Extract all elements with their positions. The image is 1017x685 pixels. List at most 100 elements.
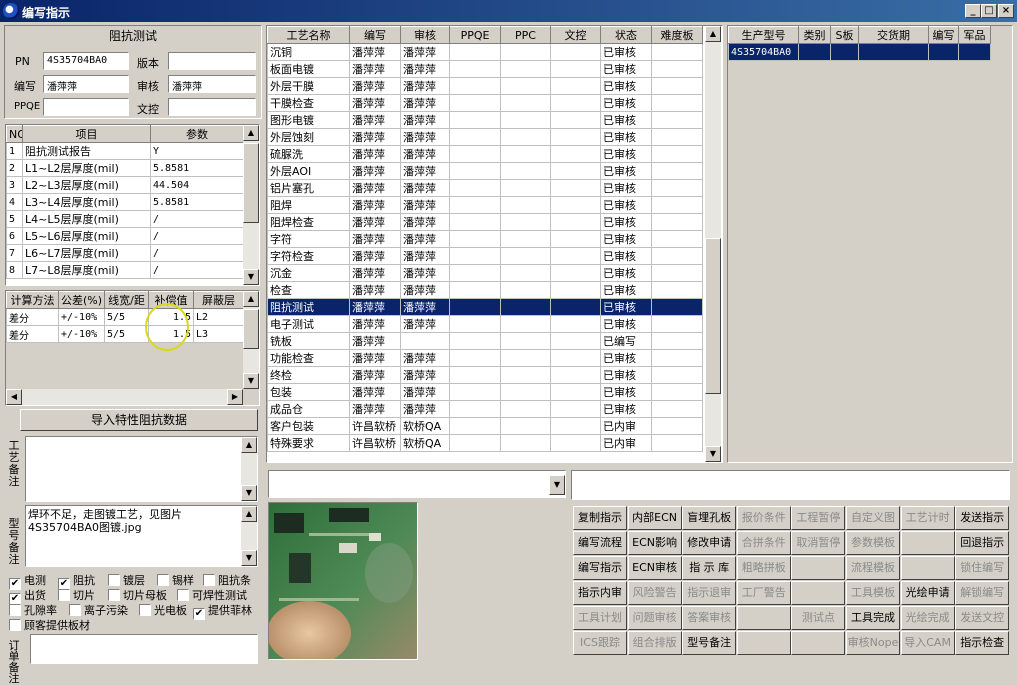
action-button[interactable]: 工具计划 (573, 606, 627, 630)
table-row[interactable]: 功能检查 潘萍萍 潘萍萍 已审核 (267, 349, 703, 367)
table-cell[interactable] (500, 366, 551, 384)
table-cell[interactable]: 潘萍萍 (349, 264, 401, 282)
action-button[interactable] (791, 556, 846, 580)
table-cell[interactable]: 客户包装 (267, 417, 350, 435)
table-cell[interactable]: / (150, 210, 244, 228)
action-button[interactable] (791, 631, 846, 655)
process-col-header[interactable]: 状态 (600, 26, 652, 44)
table-cell[interactable]: 3 (6, 176, 23, 194)
action-button[interactable]: 盲埋孔板 (682, 506, 737, 530)
calc-hscrollbar[interactable]: ◀ ▶ (6, 389, 243, 405)
table-row[interactable]: 电子测试 潘萍萍 潘萍萍 已审核 (267, 315, 703, 333)
process-col-header[interactable]: 难度板 (651, 26, 703, 44)
table-cell[interactable]: 潘萍萍 (349, 383, 401, 401)
process-col-header[interactable]: 工艺名称 (267, 26, 350, 44)
table-cell[interactable] (500, 264, 551, 282)
table-cell[interactable] (500, 60, 551, 78)
checkbox-box[interactable] (9, 619, 21, 631)
table-row[interactable]: 7 L6~L7层厚度(mil) / (6, 244, 244, 262)
table-cell[interactable] (651, 196, 703, 214)
table-cell[interactable]: 已审核 (600, 349, 652, 367)
table-cell[interactable] (449, 417, 501, 435)
table-cell[interactable]: 阻抗测试 (267, 298, 350, 316)
checkbox-box[interactable] (108, 589, 120, 601)
action-button[interactable]: ECN审核 (627, 556, 682, 580)
table-cell[interactable]: 硫脲洗 (267, 145, 350, 163)
model-col-header[interactable]: 编写 (928, 26, 959, 44)
model-col-header[interactable]: S板 (830, 26, 859, 44)
scroll-down-icon[interactable]: ▼ (241, 485, 257, 501)
table-cell[interactable]: 7 (6, 244, 23, 262)
model-col-header[interactable]: 类别 (798, 26, 831, 44)
table-cell[interactable] (550, 400, 601, 418)
table-cell[interactable] (500, 77, 551, 95)
table-cell[interactable]: 检查 (267, 281, 350, 299)
table-cell[interactable] (500, 196, 551, 214)
table-cell[interactable]: 潘萍萍 (349, 111, 401, 129)
table-row[interactable]: 铝片塞孔 潘萍萍 潘萍萍 已审核 (267, 179, 703, 197)
table-cell[interactable]: 包装 (267, 383, 350, 401)
action-button[interactable]: 光绘申请 (900, 581, 955, 605)
checkbox[interactable]: 顾客提供板材 (9, 617, 90, 633)
table-row[interactable]: 4S35704BA0 (728, 43, 991, 61)
table-cell[interactable] (550, 77, 601, 95)
checkbox-box[interactable] (177, 589, 189, 601)
table-cell[interactable] (449, 213, 501, 231)
action-button[interactable]: 流程模板 (846, 556, 900, 580)
table-cell[interactable]: 潘萍萍 (400, 281, 450, 299)
scroll-up-icon[interactable]: ▲ (705, 26, 721, 42)
action-button[interactable]: 参数模板 (846, 531, 900, 555)
table-cell[interactable]: L5~L6层厚度(mil) (22, 227, 151, 245)
table-cell[interactable]: 潘萍萍 (349, 43, 401, 61)
scroll-right-icon[interactable]: ▶ (227, 389, 243, 405)
table-cell[interactable] (500, 349, 551, 367)
table-cell[interactable]: 潘萍萍 (400, 145, 450, 163)
process-col-header[interactable]: PPC (500, 26, 551, 44)
table-cell[interactable] (449, 264, 501, 282)
scroll-up-icon[interactable]: ▲ (243, 125, 259, 141)
table-cell[interactable]: 已审核 (600, 400, 652, 418)
table-cell[interactable] (830, 43, 859, 61)
table-row[interactable]: 5 L4~L5层厚度(mil) / (6, 210, 244, 228)
table-cell[interactable]: Y (150, 142, 244, 160)
table-cell[interactable]: 许昌软桥 (349, 417, 401, 435)
minimize-button[interactable]: _ (965, 4, 981, 18)
table-row[interactable]: 字符 潘萍萍 潘萍萍 已审核 (267, 230, 703, 248)
action-button[interactable]: 风险警告 (627, 581, 682, 605)
table-cell[interactable]: 已审核 (600, 77, 652, 95)
table-cell[interactable]: 4S35704BA0 (728, 43, 799, 61)
table-cell[interactable]: 1 (6, 142, 23, 160)
scroll-thumb[interactable] (705, 238, 721, 394)
process-col-header[interactable]: PPQE (449, 26, 501, 44)
table-cell[interactable] (449, 349, 501, 367)
table-row[interactable]: 外层蚀刻 潘萍萍 潘萍萍 已审核 (267, 128, 703, 146)
table-cell[interactable] (928, 43, 959, 61)
table-cell[interactable]: 已审核 (600, 247, 652, 265)
table-cell[interactable]: 已审核 (600, 43, 652, 61)
process-note-field[interactable] (25, 436, 258, 502)
action-button[interactable]: 导入CAM (900, 631, 955, 655)
table-cell[interactable]: L4~L5层厚度(mil) (22, 210, 151, 228)
table-cell[interactable]: L2 (193, 308, 244, 326)
table-cell[interactable] (651, 264, 703, 282)
table-cell[interactable] (550, 281, 601, 299)
table-cell[interactable]: 潘萍萍 (349, 332, 401, 350)
table-cell[interactable] (449, 179, 501, 197)
table-cell[interactable] (500, 111, 551, 129)
table-cell[interactable] (500, 145, 551, 163)
action-button[interactable]: 合拼条件 (736, 531, 791, 555)
table-cell[interactable] (449, 298, 501, 316)
table-cell[interactable]: 功能检查 (267, 349, 350, 367)
table-cell[interactable]: L3~L4层厚度(mil) (22, 193, 151, 211)
table-cell[interactable] (550, 145, 601, 163)
checkbox-box[interactable] (9, 604, 21, 616)
table-row[interactable]: 客户包装 许昌软桥 软桥QA 已内审 (267, 417, 703, 435)
table-cell[interactable]: 潘萍萍 (349, 298, 401, 316)
table-cell[interactable]: 潘萍萍 (400, 111, 450, 129)
table-cell[interactable]: 软桥QA (400, 434, 450, 452)
table-cell[interactable]: 潘萍萍 (400, 162, 450, 180)
table-cell[interactable]: / (150, 227, 244, 245)
table-cell[interactable] (651, 383, 703, 401)
table-cell[interactable]: 阻焊检查 (267, 213, 350, 231)
table-cell[interactable]: 已审核 (600, 315, 652, 333)
